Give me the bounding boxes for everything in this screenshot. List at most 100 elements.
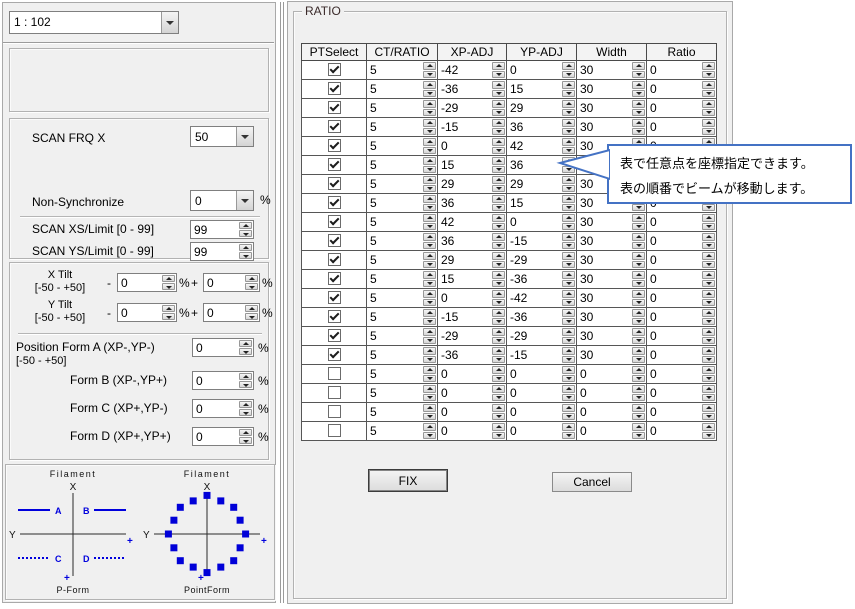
spin-down-icon[interactable] (702, 261, 715, 269)
spin-down-icon[interactable] (423, 432, 436, 440)
spin-up-icon[interactable] (702, 62, 715, 70)
width-spinner[interactable]: 30 (577, 308, 646, 326)
spin-up-icon[interactable] (492, 176, 505, 184)
yp-adj-spinner[interactable]: -15 (507, 232, 576, 250)
spin-up-icon[interactable] (423, 423, 436, 431)
spin-up-icon[interactable] (492, 138, 505, 146)
spin-down-icon[interactable] (702, 413, 715, 421)
width-spinner[interactable]: 30 (577, 118, 646, 136)
ptselect-checkbox[interactable] (328, 139, 341, 152)
width-spinner[interactable]: 30 (577, 80, 646, 98)
ct-ratio-spinner[interactable]: 5 (367, 327, 437, 345)
ptselect-checkbox[interactable] (328, 120, 341, 133)
spin-down-icon[interactable] (492, 147, 505, 155)
width-spinner[interactable]: 0 (577, 403, 646, 421)
spin-down-icon[interactable] (423, 318, 436, 326)
spin-up-icon[interactable] (562, 100, 575, 108)
cancel-button[interactable]: Cancel (552, 472, 632, 492)
spin-down-icon[interactable] (632, 299, 645, 307)
spin-up-icon[interactable] (423, 290, 436, 298)
ratio-spinner[interactable]: 0 (647, 213, 716, 231)
spin-down-icon[interactable] (562, 299, 575, 307)
ct-ratio-spinner[interactable]: 5 (367, 175, 437, 193)
spin-up-icon[interactable] (562, 119, 575, 127)
spin-up-icon[interactable] (562, 328, 575, 336)
spin-down-icon[interactable] (239, 381, 252, 388)
yp-adj-spinner[interactable]: -36 (507, 270, 576, 288)
spin-up-icon[interactable] (702, 404, 715, 412)
y-tilt-plus-spinner[interactable]: 0 (203, 303, 260, 322)
spin-down-icon[interactable] (492, 432, 505, 440)
spin-up-icon[interactable] (632, 309, 645, 317)
spin-down-icon[interactable] (702, 337, 715, 345)
spin-down-icon[interactable] (702, 90, 715, 98)
spin-down-icon[interactable] (239, 348, 252, 355)
form-d-spinner[interactable]: 0 (192, 427, 254, 446)
spin-up-icon[interactable] (702, 81, 715, 89)
spin-up-icon[interactable] (702, 328, 715, 336)
spin-down-icon[interactable] (423, 71, 436, 79)
spin-up-icon[interactable] (492, 157, 505, 165)
spin-down-icon[interactable] (492, 318, 505, 326)
spin-down-icon[interactable] (423, 280, 436, 288)
spin-up-icon[interactable] (245, 275, 258, 282)
spin-up-icon[interactable] (492, 328, 505, 336)
spin-up-icon[interactable] (702, 119, 715, 127)
spin-down-icon[interactable] (492, 356, 505, 364)
spin-down-icon[interactable] (562, 356, 575, 364)
width-spinner[interactable]: 30 (577, 289, 646, 307)
spin-up-icon[interactable] (632, 404, 645, 412)
spin-up-icon[interactable] (702, 290, 715, 298)
spin-down-icon[interactable] (562, 223, 575, 231)
spin-up-icon[interactable] (423, 328, 436, 336)
spin-down-icon[interactable] (492, 166, 505, 174)
spin-down-icon[interactable] (423, 185, 436, 193)
spin-down-icon[interactable] (423, 90, 436, 98)
ptselect-checkbox[interactable] (328, 367, 341, 380)
width-spinner[interactable]: 0 (577, 422, 646, 440)
ratio-spinner[interactable]: 0 (647, 118, 716, 136)
spin-down-icon[interactable] (562, 71, 575, 79)
dropdown-arrow-icon[interactable] (161, 12, 178, 33)
spin-up-icon[interactable] (632, 366, 645, 374)
spin-down-icon[interactable] (423, 223, 436, 231)
spin-up-icon[interactable] (492, 404, 505, 412)
ratio-spinner[interactable]: 0 (647, 365, 716, 383)
spin-down-icon[interactable] (562, 413, 575, 421)
spin-up-icon[interactable] (492, 214, 505, 222)
width-spinner[interactable]: 30 (577, 346, 646, 364)
ct-ratio-spinner[interactable]: 5 (367, 251, 437, 269)
xp-adj-spinner[interactable]: 29 (438, 175, 506, 193)
spin-up-icon[interactable] (492, 100, 505, 108)
ptselect-checkbox[interactable] (328, 424, 341, 437)
spin-down-icon[interactable] (562, 318, 575, 326)
width-spinner[interactable]: 30 (577, 327, 646, 345)
yp-adj-spinner[interactable]: 29 (507, 99, 576, 117)
xp-adj-spinner[interactable]: -29 (438, 99, 506, 117)
yp-adj-spinner[interactable]: -29 (507, 327, 576, 345)
ratio-spinner[interactable]: 0 (647, 346, 716, 364)
scan-ys-spinner[interactable]: 99 (190, 242, 254, 261)
spin-up-icon[interactable] (423, 404, 436, 412)
spin-down-icon[interactable] (423, 166, 436, 174)
spin-down-icon[interactable] (702, 356, 715, 364)
xp-adj-spinner[interactable]: 36 (438, 232, 506, 250)
spin-down-icon[interactable] (702, 128, 715, 136)
spin-down-icon[interactable] (632, 413, 645, 421)
spin-up-icon[interactable] (632, 423, 645, 431)
ct-ratio-spinner[interactable]: 5 (367, 80, 437, 98)
spin-down-icon[interactable] (492, 299, 505, 307)
spin-down-icon[interactable] (632, 71, 645, 79)
spin-down-icon[interactable] (562, 337, 575, 345)
spin-down-icon[interactable] (562, 128, 575, 136)
xp-adj-spinner[interactable]: -29 (438, 327, 506, 345)
spin-up-icon[interactable] (423, 271, 436, 279)
spin-up-icon[interactable] (632, 347, 645, 355)
spin-up-icon[interactable] (562, 423, 575, 431)
spin-down-icon[interactable] (632, 356, 645, 364)
non-synchronize-combobox[interactable]: 0 (190, 190, 254, 211)
spin-down-icon[interactable] (239, 409, 252, 416)
width-spinner[interactable]: 30 (577, 251, 646, 269)
spin-down-icon[interactable] (423, 375, 436, 383)
spin-up-icon[interactable] (562, 404, 575, 412)
